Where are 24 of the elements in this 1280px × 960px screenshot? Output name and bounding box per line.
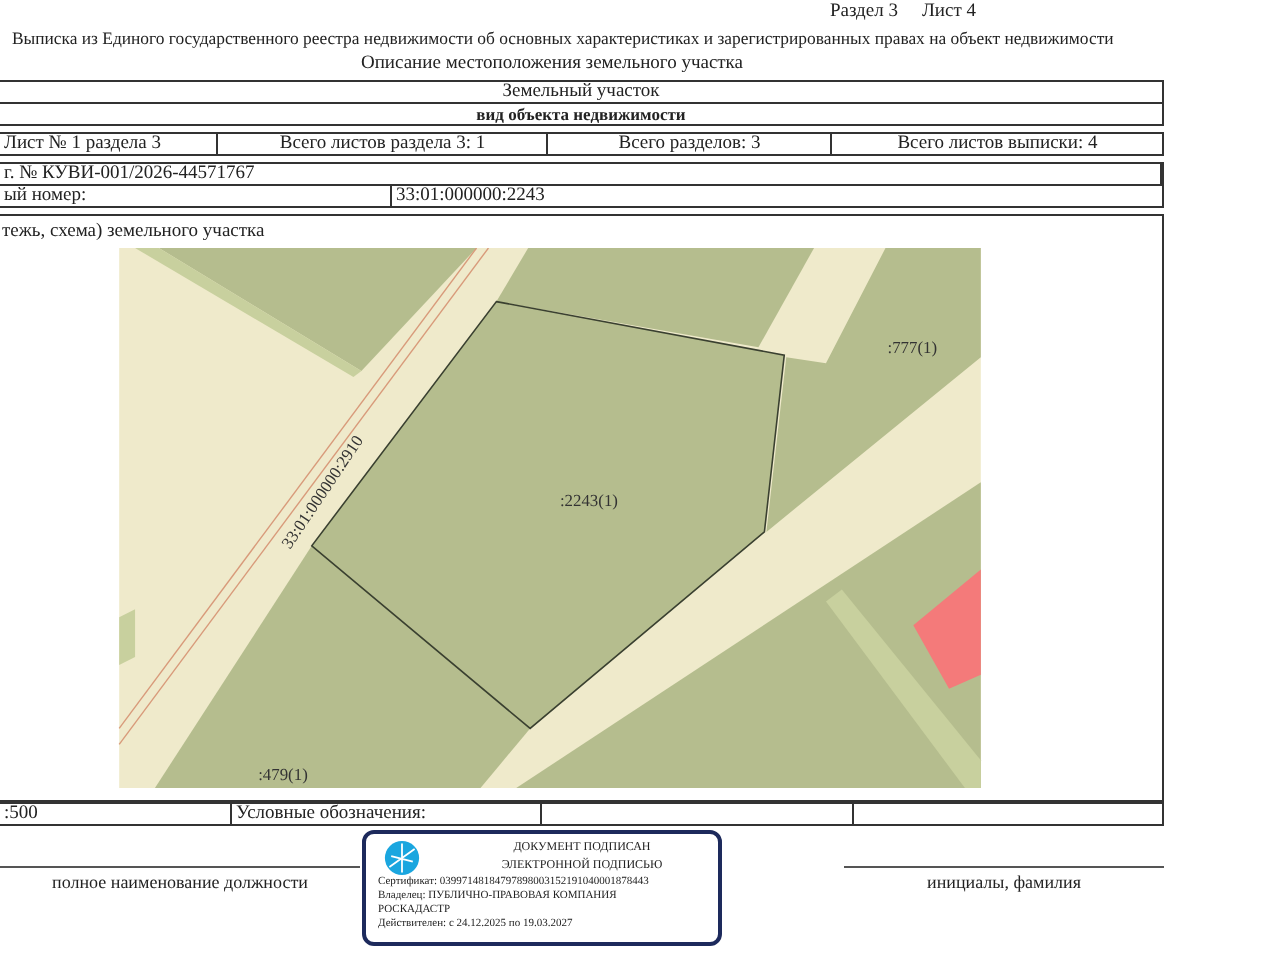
plan-caption: тежь, схема) земельного участка bbox=[0, 220, 267, 246]
registry-number: г. № КУВИ-001/2026-44571767 bbox=[0, 164, 1162, 184]
map-scale: :500 bbox=[0, 804, 232, 824]
document-subtitle: Описание местоположения земельного участка bbox=[358, 54, 746, 78]
object-type: Земельный участок bbox=[500, 82, 662, 102]
table-cell-text: 33:01:000000:2243 bbox=[394, 186, 547, 206]
object-type-caption: вид объекта недвижимости bbox=[0, 102, 1162, 124]
emblem-icon bbox=[384, 840, 420, 876]
legend-label: Условные обозначения: bbox=[232, 804, 542, 824]
name-caption: инициалы, фамилия bbox=[844, 866, 1164, 892]
parcel-label: :479(1) bbox=[258, 764, 308, 785]
land-strip bbox=[119, 609, 136, 665]
position-caption: полное наименование должности bbox=[0, 866, 360, 892]
parcel-label: :2243(1) bbox=[559, 490, 618, 511]
table-cell: ый номер: bbox=[0, 186, 392, 206]
parcel-label: :777(1) bbox=[887, 337, 938, 358]
section-number: Раздел 3 bbox=[829, 2, 898, 26]
table-cell: Лист № 1 раздела 3 bbox=[0, 134, 219, 154]
document-title: Выписка из Единого государственного реестра недвижимости об основных характеристиках и зарегистрированных правах на объект недвижимости bbox=[10, 28, 1114, 52]
table-cell-text: Всего листов выписки: 4 bbox=[895, 134, 1100, 154]
building-area bbox=[913, 569, 981, 689]
table-cell: Всего разделов: 3 bbox=[548, 134, 833, 154]
sheet-number: Лист 4 bbox=[921, 2, 976, 26]
table-cell: Всего листов раздела 3: 1 bbox=[218, 134, 549, 154]
